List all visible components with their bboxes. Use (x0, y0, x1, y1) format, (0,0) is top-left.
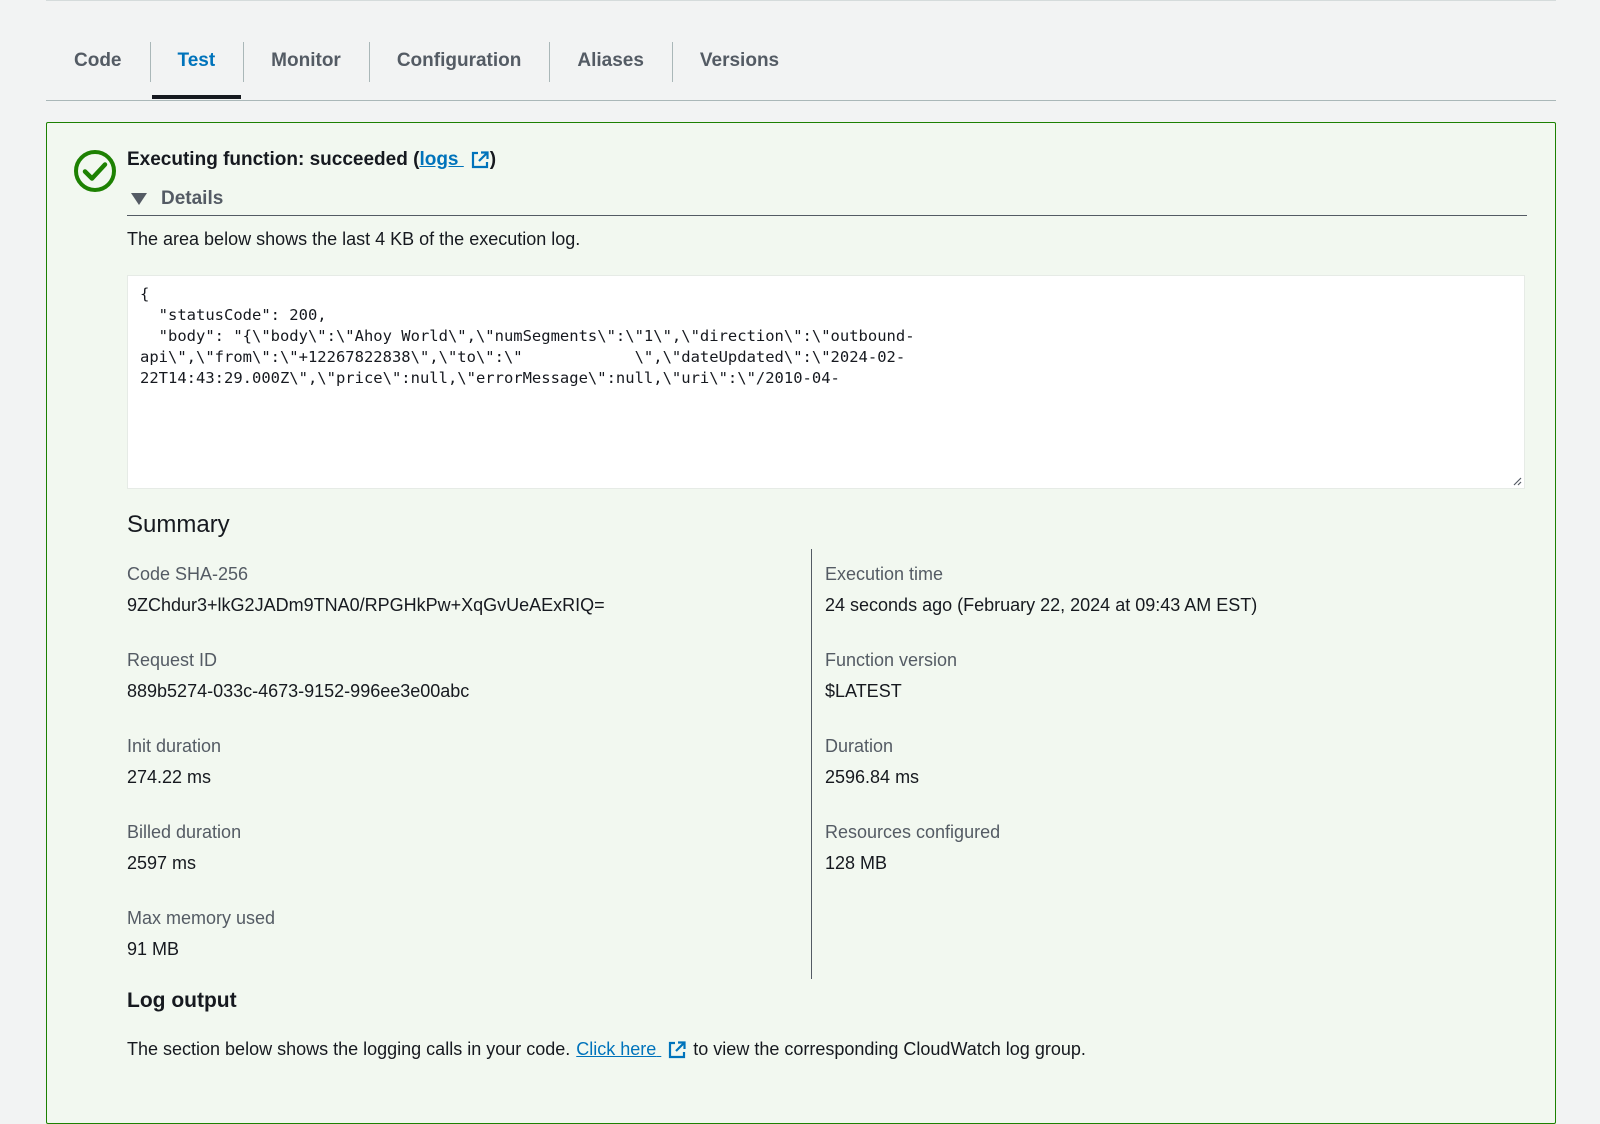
details-label: Details (161, 188, 224, 209)
external-link-icon (471, 151, 489, 169)
tab-test[interactable]: Test (149, 40, 244, 99)
external-link-icon (669, 1041, 686, 1059)
field-label: Duration (825, 736, 894, 756)
execution-log-text: { "statusCode": 200, "body": "{\"body\":… (140, 285, 915, 387)
tab-bar: Code Test Monitor Configuration Aliases … (46, 40, 1556, 101)
details-toggle[interactable]: Details (127, 183, 1527, 216)
execution-log-textarea[interactable]: { "statusCode": 200, "body": "{\"body\":… (127, 275, 1525, 489)
field-label: Code SHA-256 (127, 564, 249, 584)
log-output-text-before: The section below shows the logging call… (127, 1039, 571, 1060)
tab-label: Configuration (396, 50, 522, 71)
caret-down-icon (131, 193, 147, 205)
field-label: Function version (825, 650, 958, 670)
field-value: 2597 ms (127, 853, 197, 873)
tab-label: Aliases (577, 50, 644, 71)
tab-code[interactable]: Code (46, 40, 150, 82)
tab-aliases[interactable]: Aliases (549, 40, 672, 82)
field-label: Execution time (825, 564, 944, 584)
field-value: 889b5274-033c-4673-9152-996ee3e00abc (127, 681, 470, 701)
summary-column-divider (811, 549, 812, 979)
summary-field-resources: Resources configured 128 MB (825, 821, 1525, 907)
cloudwatch-link-label: Click here (576, 1039, 657, 1059)
summary-field-billed-duration: Billed duration 2597 ms (127, 821, 807, 907)
tab-configuration[interactable]: Configuration (368, 40, 550, 82)
logs-link-label: logs (419, 149, 459, 170)
execution-result-panel: Executing function: succeeded ( logs ) D… (46, 122, 1556, 1124)
execution-log-description: The area below shows the last 4 KB of th… (127, 229, 581, 249)
field-label: Max memory used (127, 908, 276, 928)
summary-heading: Summary (127, 511, 230, 538)
log-output-heading: Log output (127, 989, 237, 1012)
execution-status: Executing function: succeeded ( logs ) (127, 149, 496, 171)
summary-left-column: Code SHA-256 9ZChdur3+lkG2JADm9TNA0/RPGH… (127, 563, 807, 993)
tab-label: Versions (699, 50, 780, 71)
field-label: Request ID (127, 650, 218, 670)
field-value: 91 MB (127, 939, 180, 959)
summary-field-request-id: Request ID 889b5274-033c-4673-9152-996ee… (127, 649, 807, 735)
field-value: $LATEST (825, 681, 902, 701)
tab-label: Code (74, 50, 122, 71)
field-value: 24 seconds ago (February 22, 2024 at 09:… (825, 595, 1258, 615)
success-check-icon (74, 150, 116, 192)
logs-link[interactable]: logs (419, 149, 489, 171)
field-label: Init duration (127, 736, 222, 756)
field-label: Billed duration (127, 822, 242, 842)
summary-field-function-version: Function version $LATEST (825, 649, 1525, 735)
tab-monitor[interactable]: Monitor (243, 40, 369, 82)
summary-field-code-sha: Code SHA-256 9ZChdur3+lkG2JADm9TNA0/RPGH… (127, 563, 807, 649)
status-suffix: ) (489, 149, 497, 170)
tab-label: Test (177, 50, 216, 71)
field-value: 2596.84 ms (825, 767, 920, 787)
tab-label: Monitor (271, 50, 341, 71)
status-text: Executing function: succeeded ( (127, 149, 420, 170)
top-divider (46, 0, 1556, 1)
summary-field-max-memory: Max memory used 91 MB (127, 907, 807, 993)
field-label: Resources configured (825, 822, 1001, 842)
field-value: 274.22 ms (127, 767, 212, 787)
log-output-description: The section below shows the logging call… (127, 1039, 1086, 1060)
summary-field-init-duration: Init duration 274.22 ms (127, 735, 807, 821)
summary-field-duration: Duration 2596.84 ms (825, 735, 1525, 821)
field-value: 9ZChdur3+lkG2JADm9TNA0/RPGHkPw+XqGvUeAEx… (127, 595, 605, 615)
summary-right-column: Execution time 24 seconds ago (February … (825, 563, 1525, 907)
log-output-text-after: to view the corresponding CloudWatch log… (693, 1039, 1086, 1060)
cloudwatch-link[interactable]: Click here (576, 1039, 687, 1060)
resize-grip-icon[interactable] (1512, 476, 1522, 486)
field-value: 128 MB (825, 853, 888, 873)
summary-field-execution-time: Execution time 24 seconds ago (February … (825, 563, 1525, 649)
tab-versions[interactable]: Versions (671, 40, 807, 82)
